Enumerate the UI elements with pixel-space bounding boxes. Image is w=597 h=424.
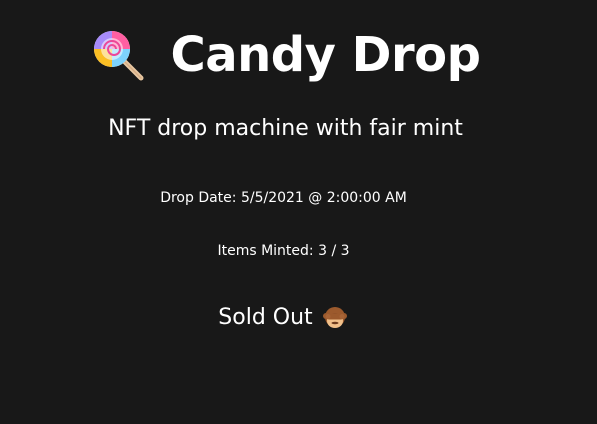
items-minted-label: Items Minted:: [217, 243, 314, 259]
status-label: Sold Out: [218, 305, 313, 330]
drop-date-line: Drop Date: 5/5/2021 @ 2:00:00 AM: [0, 190, 567, 207]
items-minted-line: Items Minted: 3 / 3: [0, 243, 567, 260]
drop-date-value: 5/5/2021 @ 2:00:00 AM: [240, 190, 407, 206]
drop-date-label: Drop Date:: [160, 190, 237, 206]
app-subtitle: NFT drop machine with fair mint: [108, 116, 463, 141]
sold-out-status: Sold Out: [0, 304, 567, 332]
items-minted-value: 3 / 3: [318, 243, 350, 259]
see-no-evil-monkey-icon: [321, 304, 349, 332]
app-title: Candy Drop: [170, 27, 482, 83]
header: Candy Drop: [0, 22, 571, 92]
candy-drop-app: Candy Drop NFT drop machine with fair mi…: [0, 0, 597, 424]
lollipop-icon: [91, 28, 149, 86]
